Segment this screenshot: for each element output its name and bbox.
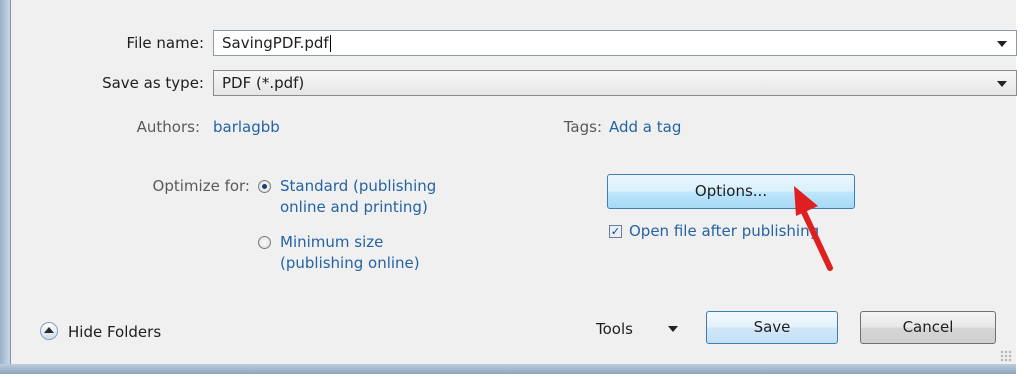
window-frame-bottom bbox=[0, 364, 1016, 374]
chevron-down-icon[interactable] bbox=[997, 41, 1007, 47]
hide-folders-icon[interactable] bbox=[40, 322, 58, 340]
red-pointer-arrow-icon bbox=[794, 186, 833, 271]
save-as-type-select[interactable]: PDF (*.pdf) bbox=[213, 70, 1017, 96]
tools-button[interactable]: Tools bbox=[596, 319, 633, 339]
save-as-type-label: Save as type: bbox=[102, 74, 204, 92]
authors-label: Authors: bbox=[136, 118, 200, 136]
chevron-down-icon[interactable] bbox=[668, 326, 678, 332]
authors-value[interactable]: barlagbb bbox=[213, 117, 280, 137]
chevron-down-icon bbox=[997, 81, 1007, 87]
file-name-value: SavingPDF.pdf bbox=[222, 34, 329, 52]
optimize-for-label: Optimize for: bbox=[152, 177, 250, 195]
window-frame-left bbox=[0, 0, 11, 373]
radio-standard-label-line1[interactable]: Standard (publishing bbox=[280, 176, 436, 196]
tags-label: Tags: bbox=[563, 118, 602, 136]
resize-grip-icon[interactable] bbox=[1000, 350, 1012, 362]
cancel-button[interactable]: Cancel bbox=[860, 311, 996, 344]
file-name-label: File name: bbox=[126, 34, 204, 52]
save-button[interactable]: Save bbox=[706, 311, 838, 344]
save-as-type-value: PDF (*.pdf) bbox=[222, 74, 305, 92]
radio-minimum-label-line2[interactable]: (publishing online) bbox=[280, 253, 420, 273]
radio-standard[interactable] bbox=[258, 180, 271, 193]
radio-minimum-label-line1[interactable]: Minimum size bbox=[280, 232, 383, 252]
radio-minimum-size[interactable] bbox=[258, 236, 271, 249]
file-name-input[interactable]: SavingPDF.pdf bbox=[213, 30, 1017, 56]
radio-standard-label-line2[interactable]: online and printing) bbox=[280, 197, 428, 217]
tags-value[interactable]: Add a tag bbox=[609, 117, 681, 137]
text-cursor bbox=[329, 35, 331, 52]
open-after-publish-checkbox[interactable]: ✓ bbox=[609, 225, 622, 238]
hide-folders-button[interactable]: Hide Folders bbox=[68, 322, 161, 342]
